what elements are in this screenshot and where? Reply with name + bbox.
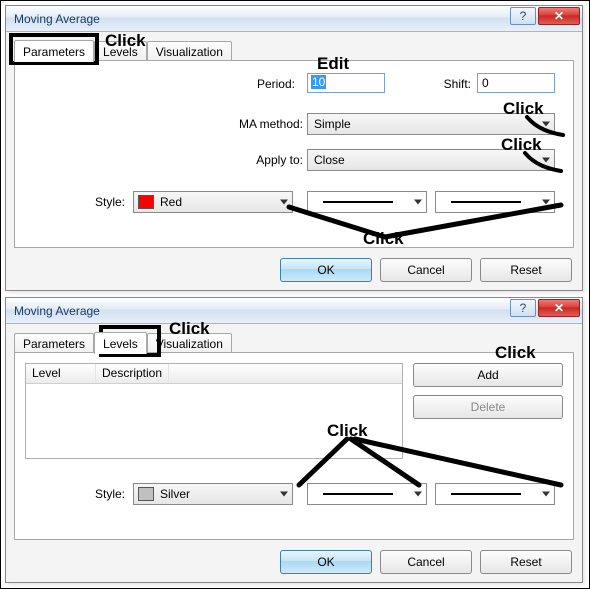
dialog-title: Moving Average <box>14 12 100 26</box>
dialog-moving-average-parameters: Moving Average ? ✕ Parameters Levels Vis… <box>5 5 583 291</box>
add-button[interactable]: Add <box>413 363 563 387</box>
ok-button[interactable]: OK <box>280 550 372 574</box>
close-icon: ✕ <box>554 301 564 315</box>
tab-body: Level Description Add Delete Style: Silv… <box>14 352 574 540</box>
chevron-down-icon <box>414 492 422 497</box>
apply-to-combo[interactable]: Close <box>307 149 555 171</box>
ma-method-combo[interactable]: Simple <box>307 113 555 135</box>
label-period: Period: <box>235 77 295 91</box>
line-style-preview <box>323 493 393 495</box>
help-button[interactable]: ? <box>510 7 536 25</box>
close-button[interactable]: ✕ <box>538 7 580 25</box>
chevron-down-icon <box>280 200 288 205</box>
tab-visualization[interactable]: Visualization <box>147 333 232 353</box>
style-line-combo[interactable] <box>307 483 427 505</box>
style-line-combo[interactable] <box>307 191 427 213</box>
grid-col-description[interactable]: Description <box>96 364 169 383</box>
tab-levels[interactable]: Levels <box>94 332 147 354</box>
style-width-combo[interactable] <box>435 483 555 505</box>
close-icon: ✕ <box>554 9 564 23</box>
chevron-down-icon <box>280 492 288 497</box>
shift-input[interactable] <box>477 73 555 93</box>
reset-button[interactable]: Reset <box>480 550 572 574</box>
chevron-down-icon <box>542 200 550 205</box>
period-input[interactable]: 10 <box>307 73 385 93</box>
help-icon: ? <box>520 9 527 23</box>
help-button[interactable]: ? <box>510 299 536 317</box>
tab-parameters[interactable]: Parameters <box>14 333 94 353</box>
help-icon: ? <box>520 301 527 315</box>
line-width-preview <box>451 201 521 203</box>
tab-bar: Parameters Levels Visualization <box>14 330 232 352</box>
style-width-combo[interactable] <box>435 191 555 213</box>
line-style-preview <box>323 201 393 203</box>
dialog-moving-average-levels: Moving Average ? ✕ Parameters Levels Vis… <box>5 297 583 583</box>
ok-button[interactable]: OK <box>280 258 372 282</box>
cancel-button[interactable]: Cancel <box>380 550 472 574</box>
cancel-button[interactable]: Cancel <box>380 258 472 282</box>
tab-bar: Parameters Levels Visualization <box>14 38 232 60</box>
line-width-preview <box>451 493 521 495</box>
chevron-down-icon <box>542 158 550 163</box>
reset-button[interactable]: Reset <box>480 258 572 282</box>
label-shift: Shift: <box>431 77 471 91</box>
delete-button[interactable]: Delete <box>413 395 563 419</box>
color-swatch-silver <box>138 487 154 501</box>
chevron-down-icon <box>542 492 550 497</box>
dialog-button-bar: OK Cancel Reset <box>280 550 572 574</box>
style-color-combo[interactable]: Silver <box>133 483 293 505</box>
label-ma-method: MA method: <box>223 117 303 131</box>
dialog-title: Moving Average <box>14 304 100 318</box>
label-apply-to: Apply to: <box>223 153 303 167</box>
color-swatch-red <box>138 195 154 209</box>
style-color-combo[interactable]: Red <box>133 191 293 213</box>
tab-levels[interactable]: Levels <box>94 41 147 61</box>
tab-visualization[interactable]: Visualization <box>147 41 232 61</box>
grid-header: Level Description <box>26 364 402 384</box>
tab-body: Period: 10 Shift: MA method: Simple <box>14 60 574 248</box>
title-bar[interactable]: Moving Average ? ✕ <box>6 298 582 324</box>
tab-parameters[interactable]: Parameters <box>14 40 94 62</box>
levels-grid[interactable]: Level Description <box>25 363 403 459</box>
label-style: Style: <box>81 487 125 501</box>
chevron-down-icon <box>542 122 550 127</box>
title-bar[interactable]: Moving Average ? ✕ <box>6 6 582 32</box>
label-style: Style: <box>81 195 125 209</box>
dialog-button-bar: OK Cancel Reset <box>280 258 572 282</box>
chevron-down-icon <box>414 200 422 205</box>
close-button[interactable]: ✕ <box>538 299 580 317</box>
grid-col-level[interactable]: Level <box>26 364 96 383</box>
